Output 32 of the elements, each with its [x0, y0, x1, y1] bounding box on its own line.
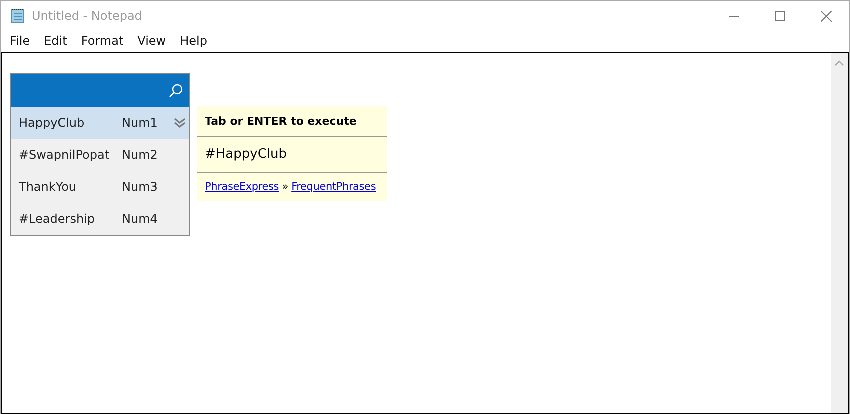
text-area[interactable]: HappyClub Num1 #SwapnilPopat Num2 ThankYou Num3 #Leadership Num4 Tab or ENTER to execute #HappyClub PhraseExpress » FrequentPhrases: [1, 52, 849, 414]
phrase-label: #Leadership: [19, 212, 96, 226]
notepad-icon: [10, 8, 26, 24]
window-title: Untitled - Notepad: [32, 9, 142, 23]
hint-text: Tab or ENTER to execute: [197, 106, 387, 137]
link[interactable]: PhraseExpress: [205, 181, 280, 193]
hotkey-label: Num1: [122, 116, 159, 130]
phrase-label: #SwapnilPopat: [19, 148, 111, 162]
phrase-row[interactable]: #Leadership Num4: [11, 203, 189, 235]
hotkey-label: Num4: [122, 212, 159, 226]
scroll-up-icon[interactable]: [835, 60, 844, 66]
maximize-icon: [775, 11, 785, 21]
hotkey-label: Num3: [122, 180, 159, 194]
search-field[interactable]: [11, 74, 189, 107]
menu-item[interactable]: File: [3, 34, 38, 48]
preview-text: #HappyClub: [197, 137, 387, 173]
link[interactable]: FrequentPhrases: [292, 181, 376, 193]
menu-item[interactable]: Edit: [37, 34, 74, 48]
vertical-scrollbar[interactable]: [831, 53, 848, 413]
phrase-row[interactable]: #SwapnilPopat Num2: [11, 139, 189, 171]
search-icon: [169, 84, 183, 98]
phrase-row[interactable]: ThankYou Num3: [11, 171, 189, 203]
hotkey-label: Num2: [122, 148, 159, 162]
menu-item[interactable]: View: [130, 34, 174, 48]
phrase-label: ThankYou: [19, 180, 78, 194]
menu-item[interactable]: Help: [173, 34, 214, 48]
chevron-down-icon[interactable]: [174, 118, 186, 128]
close-icon: [820, 10, 832, 22]
phrase-label: HappyClub: [19, 116, 86, 130]
phrase-path: PhraseExpress » FrequentPhrases: [204, 180, 378, 195]
phrase-row[interactable]: HappyClub Num1: [11, 107, 189, 139]
menu-item[interactable]: Format: [74, 34, 131, 48]
